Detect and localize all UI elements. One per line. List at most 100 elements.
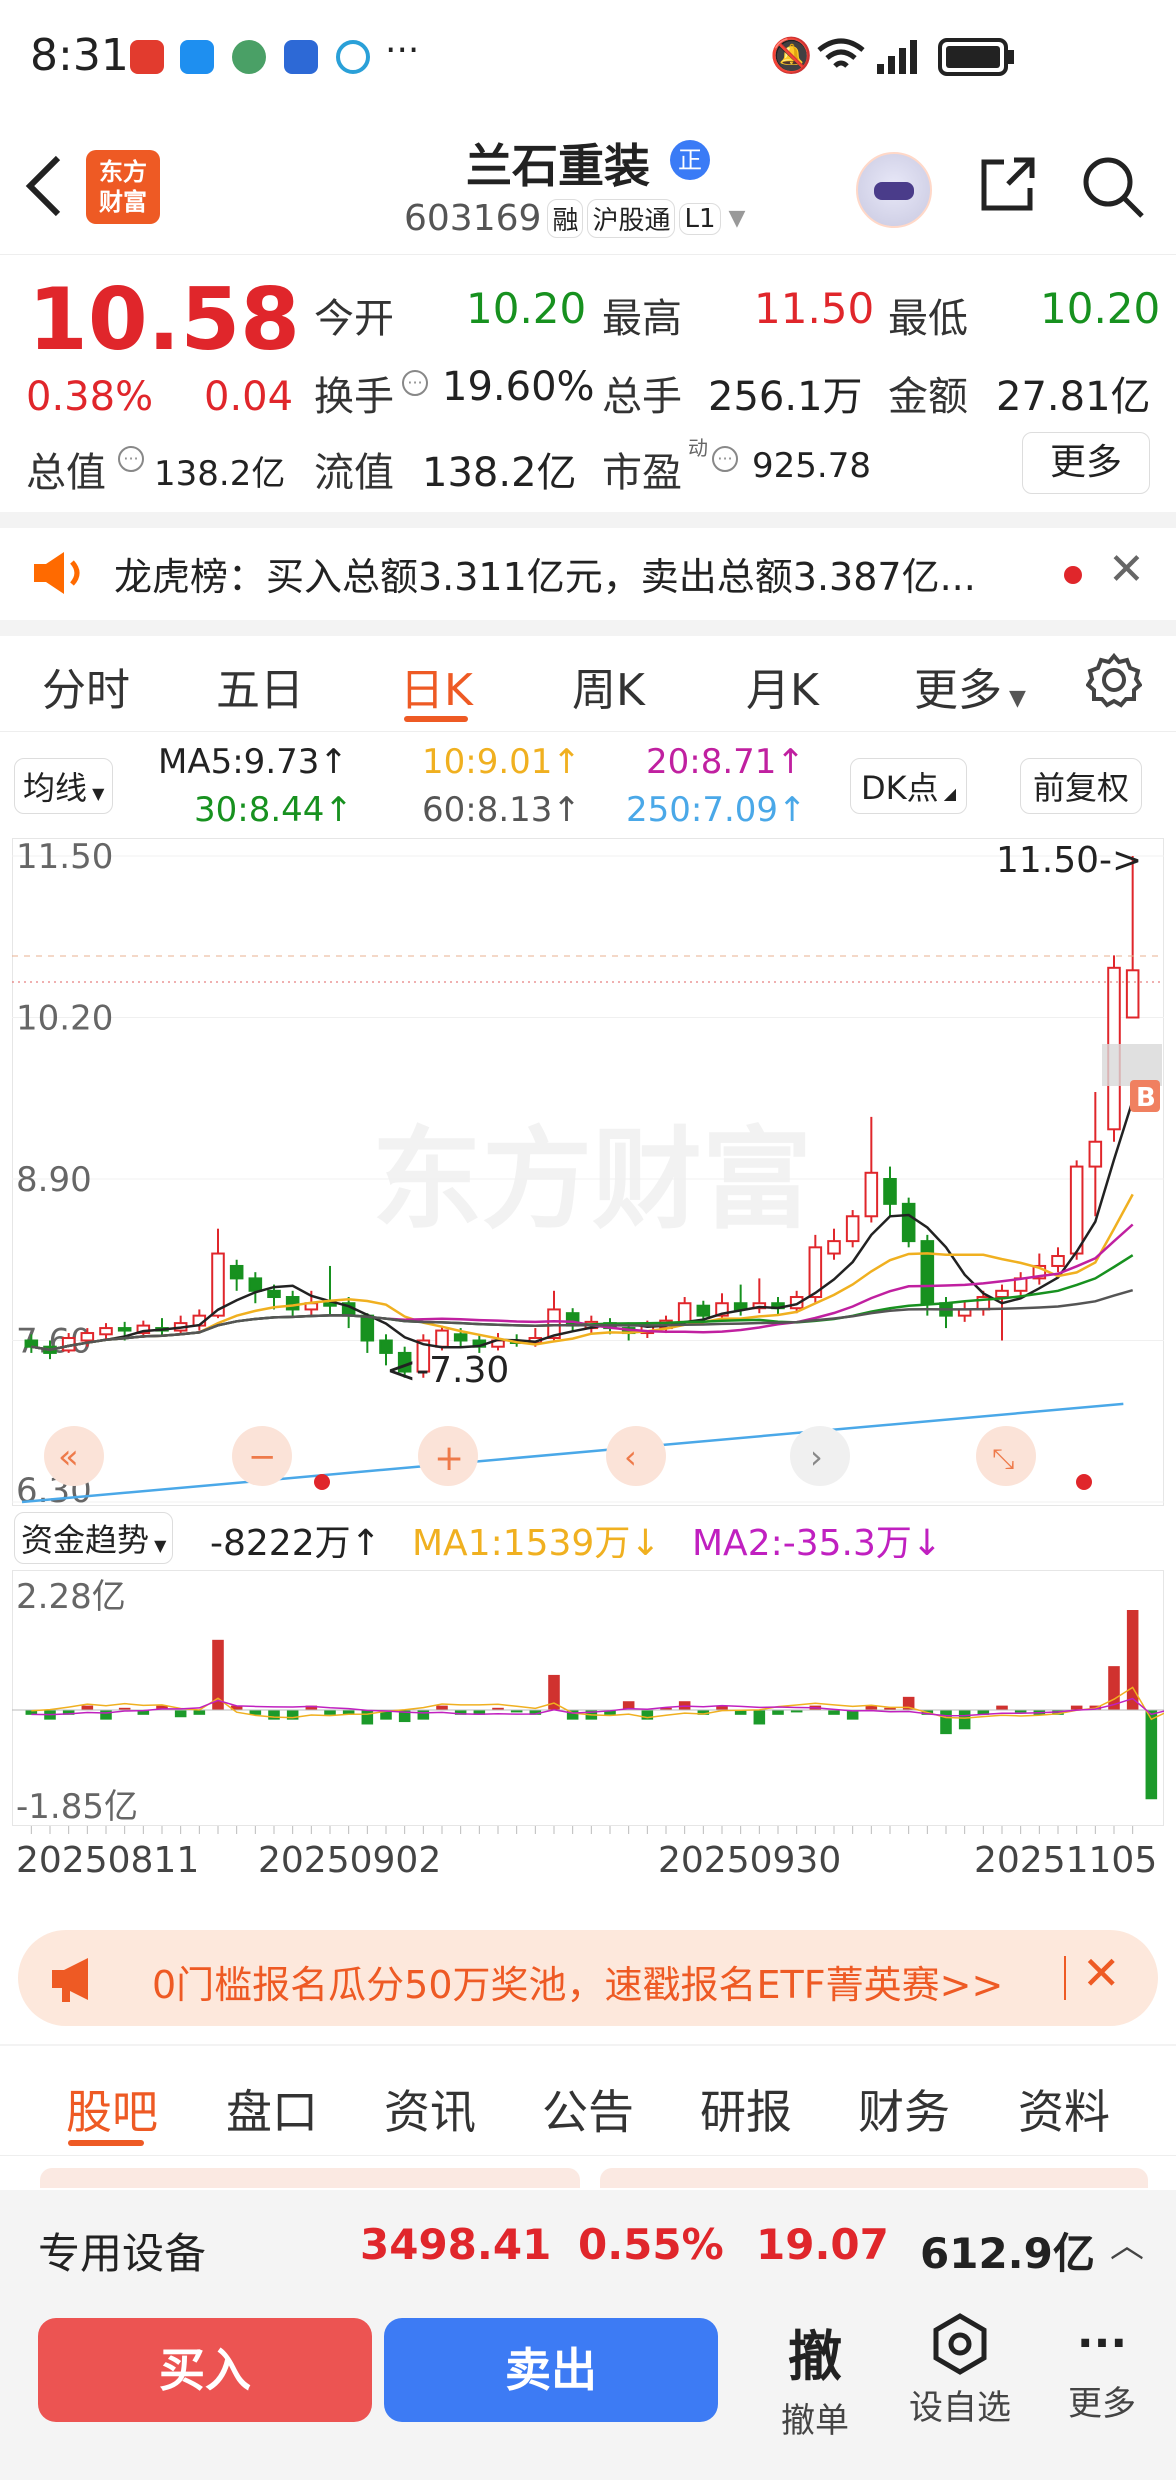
fund-value: -8222万↑ (210, 1523, 381, 1564)
active-tab-indicator (68, 2140, 144, 2146)
tab-research[interactable]: 研报 (700, 2076, 792, 2142)
cancel-label: 撤单 (781, 2401, 849, 2441)
tab-finance[interactable]: 财务 (858, 2076, 950, 2142)
watchlist-icon (933, 2313, 987, 2375)
status-time: 8:31 (30, 30, 129, 81)
content-tabs: 股吧 盘口 资讯 公告 研报 财务 资料 (0, 2046, 1176, 2156)
tab-daily-k[interactable]: 日K (400, 654, 473, 718)
fund-flow-chart[interactable]: 2.28亿 -1.85亿 (12, 1570, 1164, 1826)
signal-icon (877, 40, 917, 74)
promo-banner[interactable]: 0门槛报名瓜分50万奖池，速戳报名ETF菁英赛>> ✕ (18, 1930, 1158, 2026)
cancel-icon: 撤 (788, 2325, 842, 2388)
tab-orderbook[interactable]: 盘口 (226, 2076, 318, 2142)
tab-weekly-k[interactable]: 周K (572, 654, 645, 718)
tab-monthly-k[interactable]: 月K (746, 654, 819, 718)
ma-selector-button[interactable]: 均线 ▼ (14, 758, 114, 814)
info-icon[interactable]: ··· (402, 370, 428, 396)
search-icon[interactable] (1080, 154, 1146, 220)
ma5-value: MA5:9.73↑ (158, 742, 348, 782)
mcap-label: 总值 (26, 450, 106, 496)
speaker-icon (34, 552, 80, 594)
open-label: 今开 (314, 296, 394, 342)
fund-trend-selector[interactable]: 资金趋势 ▼ (14, 1512, 174, 1564)
low-label: 最低 (888, 296, 968, 342)
pe-value: 925.78 (752, 446, 871, 486)
high-value: 11.50 (754, 284, 875, 333)
fund-ma1: MA1:1539万↓ (412, 1523, 661, 1564)
close-icon[interactable]: ✕ (1082, 1946, 1121, 2000)
amount-label: 金额 (888, 374, 968, 420)
candle-body (864, 1171, 879, 1218)
connect-tag: 沪股通 (587, 199, 676, 238)
sell-button[interactable]: 卖出 (384, 2318, 718, 2422)
float-value: 138.2亿 (422, 450, 577, 496)
kline-chart[interactable]: 东方财富 11.5010.208.907.606.30 11.50-> <-7.… (12, 838, 1164, 1506)
date-label: 20251105 (974, 1840, 1158, 1881)
sector-bar[interactable]: 专用设备 3498.41 0.55% 19.07 612.9亿 ︿ (0, 2190, 1176, 2296)
candle-body (453, 1333, 468, 1342)
tab-profile[interactable]: 资料 (1018, 2076, 1110, 2142)
fund-bar (212, 1639, 224, 1710)
chart-tabs: 分时 五日 日K 周K 月K 更多 ▼ (0, 636, 1176, 732)
chevron-down-icon[interactable]: ▼ (729, 206, 746, 231)
assistant-avatar-icon[interactable] (856, 152, 932, 228)
tab-intraday[interactable]: 分时 (42, 654, 130, 718)
add-watchlist-button[interactable]: 设自选 (900, 2312, 1020, 2429)
candle-body (1051, 1255, 1065, 1267)
volume-label: 总手 (602, 374, 682, 420)
tab-announcements[interactable]: 公告 (542, 2076, 634, 2142)
candle-body (229, 1264, 244, 1280)
ma10-value: 10:9.01↑ (422, 742, 581, 782)
sector-index: 3498.41 (360, 2220, 552, 2269)
watermark: 东方财富 (372, 1116, 812, 1244)
date-label: 20250902 (258, 1840, 442, 1881)
more-quote-button[interactable]: 更多 (1022, 432, 1150, 494)
candle-body (99, 1327, 113, 1336)
stock-name: 兰石重装 (466, 139, 650, 193)
candle-body (1069, 1165, 1084, 1255)
last-price: 10.58 (28, 270, 301, 370)
stock-code-row: 603169 融 沪股通 L1 ▼ (404, 198, 745, 239)
chevron-up-icon[interactable]: ︿ (1110, 2218, 1144, 2267)
candle-body (845, 1215, 860, 1243)
notice-bar[interactable]: 龙虎榜：买入总额3.311亿元，卖出总额3.387亿... ✕ (0, 528, 1176, 620)
candle-body (883, 1178, 897, 1205)
more-icon: ··· (1076, 2318, 1128, 2369)
info-icon[interactable]: ··· (118, 446, 144, 472)
fund-bar (958, 1710, 971, 1730)
dk-point-button[interactable]: DK点 ◢ (850, 758, 968, 814)
ma20-value: 20:8.71↑ (646, 742, 805, 782)
fund-bar (1145, 1710, 1158, 1800)
fund-bar (174, 1710, 187, 1718)
candle-body (248, 1277, 263, 1292)
fund-bar (940, 1710, 952, 1735)
settings-icon[interactable] (1086, 652, 1142, 708)
cancel-order-button[interactable]: 撤 撤单 (770, 2312, 860, 2442)
divider (0, 620, 1176, 636)
low-annotation: <-7.30 (386, 1350, 509, 1391)
candle-body (920, 1240, 935, 1305)
chevron-down-icon: ▼ (149, 1536, 167, 1555)
info-icon[interactable]: ··· (712, 446, 738, 472)
sector-amount: 612.9亿 (920, 2229, 1095, 2278)
close-icon[interactable]: ✕ (1108, 544, 1145, 595)
battery-icon (938, 38, 1014, 76)
event-dot (1076, 1474, 1092, 1490)
sector-pct: 0.55% (578, 2220, 724, 2269)
tab-five-day[interactable]: 五日 (216, 654, 304, 718)
mcap-value: 138.2亿 (154, 454, 286, 494)
margin-tag: 融 (547, 199, 584, 238)
svg-text:«: « (58, 1437, 79, 1477)
back-icon[interactable] (22, 154, 66, 218)
chevron-down-icon: ▼ (87, 784, 105, 803)
more-actions-button[interactable]: ··· 更多 (1052, 2312, 1152, 2425)
share-icon[interactable] (976, 152, 1040, 216)
tab-forum[interactable]: 股吧 (66, 2076, 158, 2142)
tab-more[interactable]: 更多 ▼ (914, 654, 1026, 718)
adjust-button[interactable]: 前复权 (1020, 758, 1143, 814)
sector-change: 19.07 (756, 2220, 889, 2269)
low-value: 10.20 (1040, 284, 1161, 333)
buy-button[interactable]: 买入 (38, 2318, 372, 2422)
date-label: 20250930 (658, 1840, 842, 1881)
tab-news[interactable]: 资讯 (384, 2076, 476, 2142)
